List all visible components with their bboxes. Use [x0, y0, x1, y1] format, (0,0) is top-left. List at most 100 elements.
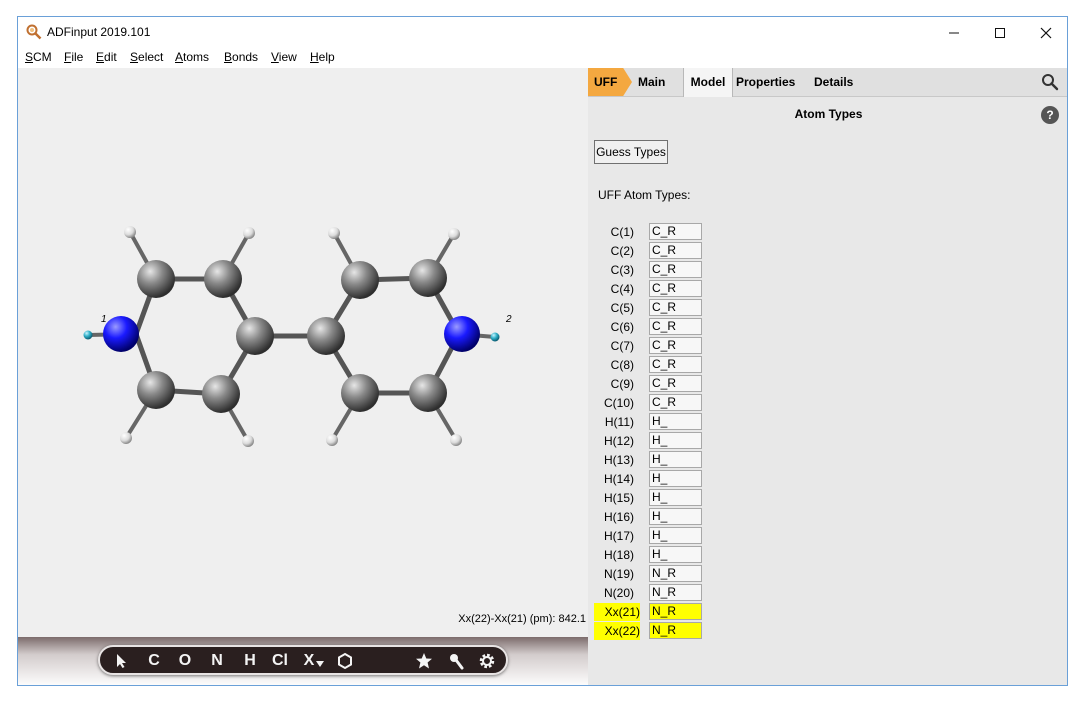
atom-type-field[interactable]: C_R — [649, 375, 702, 392]
atom-type-field[interactable]: C_R — [649, 261, 702, 278]
menu-view-label: iew — [278, 50, 297, 64]
hydrogen-atom[interactable] — [326, 434, 338, 446]
atom-type-field[interactable]: C_R — [649, 242, 702, 259]
carbon-atom[interactable] — [137, 371, 175, 409]
atom-type-field[interactable]: H_ — [649, 489, 702, 506]
tab-bar: UFF Main Model Properties Details — [588, 68, 1067, 97]
atom-label: H(13) — [603, 453, 634, 467]
atom-label: H(11) — [604, 415, 634, 429]
hydrogen-atom[interactable] — [450, 434, 462, 446]
atom-type-field[interactable]: N_R — [649, 622, 702, 639]
menu-select[interactable]: Select — [130, 50, 163, 64]
molecule-canvas[interactable]: 1 2 — [18, 68, 588, 637]
star-icon[interactable] — [415, 652, 433, 670]
dummy-atom[interactable] — [490, 332, 500, 342]
atom-type-field[interactable]: H_ — [649, 508, 702, 525]
menu-edit-mnemonic: E — [96, 50, 105, 64]
carbon-atom[interactable] — [341, 261, 379, 299]
atom-type-field[interactable]: H_ — [649, 432, 702, 449]
dropdown-triangle-icon[interactable] — [316, 660, 324, 668]
carbon-atom[interactable] — [204, 260, 242, 298]
molecule-viewport[interactable]: 1 2 Xx(22)-Xx(21) (pm): 842.1 — [18, 68, 588, 637]
hydrogen-atom[interactable] — [243, 227, 255, 239]
tool-hydrogen[interactable]: H — [240, 651, 260, 671]
atom-label: H(17) — [603, 529, 634, 543]
help-icon[interactable]: ? — [1041, 106, 1059, 124]
atom-type-field[interactable]: H_ — [649, 413, 702, 430]
carbon-atom[interactable] — [236, 317, 274, 355]
atom-type-field[interactable]: C_R — [649, 318, 702, 335]
window-title: ADFinput 2019.101 — [47, 25, 151, 39]
tool-oxygen[interactable]: O — [175, 651, 195, 671]
maximize-button[interactable] — [977, 17, 1023, 48]
atom-type-field[interactable]: C_R — [649, 280, 702, 297]
minimize-icon — [949, 32, 959, 33]
tool-carbon[interactable]: C — [144, 651, 164, 671]
menu-scm[interactable]: SCM — [25, 50, 52, 64]
gear-icon[interactable] — [478, 652, 496, 670]
nitrogen-atom[interactable] — [444, 316, 480, 352]
atom-type-field[interactable]: H_ — [649, 470, 702, 487]
hydrogen-atom[interactable] — [242, 435, 254, 447]
atom-type-field[interactable]: C_R — [649, 299, 702, 316]
tab-properties[interactable]: Properties — [736, 68, 795, 96]
carbon-atom[interactable] — [409, 374, 447, 412]
atom-label: Xx(22) — [594, 622, 640, 640]
settings-panel: UFF Main Model Properties Details Atom T… — [588, 68, 1067, 685]
dummy-atom[interactable] — [83, 330, 93, 340]
app-logo-icon — [26, 24, 42, 40]
hydrogen-atom[interactable] — [120, 432, 132, 444]
tool-chlorine[interactable]: Cl — [269, 651, 291, 671]
atom-label: Xx(21) — [594, 603, 640, 621]
atom-type-field[interactable]: C_R — [649, 223, 702, 240]
menu-bonds[interactable]: Bonds — [224, 50, 258, 64]
menu-scm-mnemonic: S — [25, 50, 34, 64]
tab-details[interactable]: Details — [814, 68, 853, 96]
atom-type-field[interactable]: N_R — [649, 603, 702, 620]
menu-view-mnemonic: V — [271, 50, 279, 64]
close-button[interactable] — [1023, 17, 1067, 48]
tab-uff[interactable]: UFF — [588, 68, 632, 96]
dummy-label-1: 1 — [101, 314, 107, 325]
tool-nitrogen[interactable]: N — [207, 651, 227, 671]
atom-type-field[interactable]: H_ — [649, 546, 702, 563]
menu-edit[interactable]: Edit — [96, 50, 117, 64]
atom-type-field[interactable]: C_R — [649, 356, 702, 373]
atom-type-field[interactable]: C_R — [649, 394, 702, 411]
title-bar[interactable]: ADFinput 2019.101 — [18, 17, 1067, 48]
hydrogen-atom[interactable] — [328, 227, 340, 239]
carbon-atom[interactable] — [409, 259, 447, 297]
atom-type-field[interactable]: C_R — [649, 337, 702, 354]
menu-help[interactable]: Help — [310, 50, 335, 64]
carbon-atom[interactable] — [341, 374, 379, 412]
menu-select-mnemonic: S — [130, 50, 139, 64]
atom-type-field[interactable]: H_ — [649, 451, 702, 468]
carbon-atom[interactable] — [202, 375, 240, 413]
wrench-icon[interactable] — [448, 652, 466, 670]
pointer-icon[interactable] — [114, 653, 130, 669]
nitrogen-atom[interactable] — [103, 316, 139, 352]
tab-model[interactable]: Model — [683, 68, 733, 97]
atom-label: C(10) — [603, 396, 634, 410]
atom-label: C(3) — [610, 263, 634, 277]
atom-type-field[interactable]: H_ — [649, 527, 702, 544]
hydrogen-atom[interactable] — [448, 228, 460, 240]
menu-view[interactable]: View — [271, 50, 297, 64]
minimize-button[interactable] — [931, 17, 977, 48]
hydrogen-atom[interactable] — [124, 226, 136, 238]
atom-type-field[interactable]: N_R — [649, 565, 702, 582]
close-icon — [1040, 27, 1052, 38]
atom-label: H(16) — [603, 510, 634, 524]
search-icon[interactable] — [1041, 73, 1059, 91]
tab-main[interactable]: Main — [638, 68, 665, 96]
menu-file[interactable]: File — [64, 50, 83, 64]
atom-type-field[interactable]: N_R — [649, 584, 702, 601]
carbon-atom[interactable] — [307, 317, 345, 355]
guess-types-button[interactable]: Guess Types — [594, 140, 668, 164]
carbon-atom[interactable] — [137, 260, 175, 298]
atom-label: C(7) — [610, 339, 634, 353]
dummy-label-2: 2 — [505, 314, 512, 325]
ring-icon[interactable] — [336, 652, 354, 670]
menu-atoms[interactable]: Atoms — [175, 50, 209, 64]
atom-label: C(4) — [610, 282, 634, 296]
